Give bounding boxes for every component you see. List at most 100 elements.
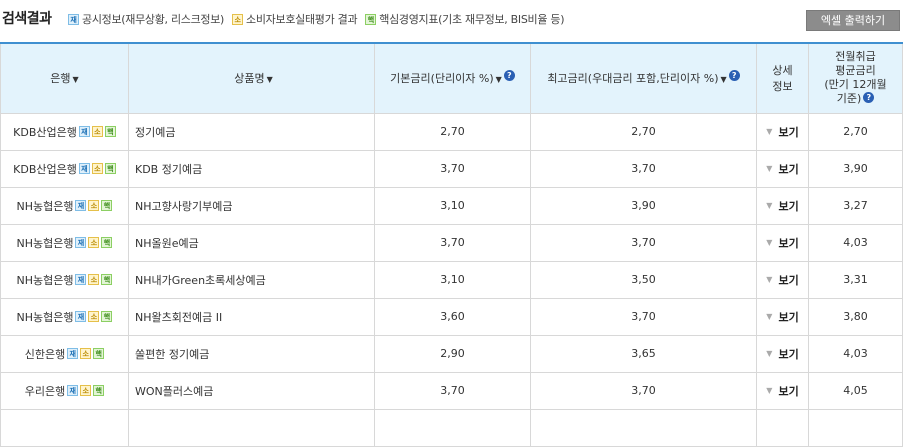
avg-rate: 4,05 (808, 371, 903, 410)
detail-toggle-button[interactable]: ▼ 보기 (766, 272, 798, 288)
product-name[interactable]: NH고향사랑기부예금 (128, 186, 375, 225)
product-name[interactable]: NH내가Green초록세상예금 (128, 260, 375, 299)
legend-item-core: 핵 핵심경영지표(기초 재무정보, BIS비율 등) (365, 11, 565, 27)
detail-cell: ▼ 보기 (756, 223, 809, 262)
bank-name[interactable]: 우리은행 (25, 385, 65, 398)
results-table-body: KDB산업은행 재 소 핵 정기예금 2,70 2,70 ▼ 보기 2,70 KDB산업… (0, 112, 903, 447)
excel-export-button[interactable]: 엑셀 출력하기 (806, 10, 900, 31)
bank-cell: 신한은행 재 소 핵 (0, 334, 129, 373)
bank-name[interactable]: NH농협은행 (17, 311, 74, 324)
avg-rate: 3,90 (808, 149, 903, 188)
product-name[interactable]: WON플러스예금 (128, 371, 375, 410)
detail-label: 보기 (778, 236, 799, 250)
disclosure-badge-icon[interactable]: 재 (75, 274, 87, 285)
detail-cell: ▼ 보기 (756, 334, 809, 373)
avg-rate: 4,03 (808, 223, 903, 262)
max-rate: 3,70 (530, 297, 757, 336)
product-name[interactable]: NH올원e예금 (128, 223, 375, 262)
consumer-badge-icon[interactable]: 소 (91, 126, 103, 137)
core-badge-icon[interactable]: 핵 (93, 385, 105, 396)
disclosure-badge-icon[interactable]: 재 (75, 200, 87, 211)
product-name[interactable]: 정기예금 (128, 112, 375, 151)
column-header-bank[interactable]: 은행 ▼ (0, 42, 129, 114)
bank-cell: 우리은행 재 소 핵 (0, 371, 129, 410)
avg-rate: 3,31 (808, 260, 903, 299)
disclosure-badge-icon[interactable]: 재 (67, 348, 79, 359)
base-rate: 3,70 (374, 149, 531, 188)
bank-name[interactable]: NH농협은행 (17, 274, 74, 287)
column-header-label: 평균금리 (835, 64, 876, 78)
avg-rate (808, 408, 903, 447)
legend-label: 소비자보호실태평가 결과 (246, 13, 358, 26)
detail-toggle-button[interactable]: ▼ 보기 (766, 309, 798, 325)
consumer-badge-icon[interactable]: 소 (88, 311, 100, 322)
core-badge-icon[interactable]: 핵 (93, 348, 105, 359)
help-icon[interactable]: ? (503, 70, 515, 82)
column-header-base-rate[interactable]: 기본금리(단리이자 %) ▼? (374, 42, 531, 114)
disclosure-badge-icon[interactable]: 재 (78, 126, 90, 137)
legend-label: 핵심경영지표(기초 재무정보, BIS비율 등) (379, 13, 565, 26)
max-rate: 3,90 (530, 186, 757, 225)
detail-cell: ▼ 보기 (756, 186, 809, 225)
max-rate: 3,70 (530, 371, 757, 410)
avg-rate: 2,70 (808, 112, 903, 151)
bank-cell: KDB산업은행 재 소 핵 (0, 112, 129, 151)
column-header-label: 은행 (50, 72, 71, 86)
core-badge-icon[interactable]: 핵 (104, 163, 116, 174)
core-badge-icon[interactable]: 핵 (101, 200, 113, 211)
column-header-product[interactable]: 상품명 ▼ (128, 42, 375, 114)
max-rate: 3,65 (530, 334, 757, 373)
column-header-max-rate[interactable]: 최고금리(우대금리 포함,단리이자 %) ▼? (530, 42, 757, 114)
bank-cell: NH농협은행 재 소 핵 (0, 223, 129, 262)
detail-toggle-button[interactable]: ▼ 보기 (766, 235, 798, 251)
disclosure-badge-icon[interactable]: 재 (78, 163, 90, 174)
bank-name[interactable]: NH농협은행 (17, 200, 74, 213)
bank-name[interactable]: 신한은행 (25, 348, 65, 361)
core-badge-icon[interactable]: 핵 (104, 126, 116, 137)
detail-toggle-button[interactable]: ▼ 보기 (766, 161, 798, 177)
base-rate: 3,60 (374, 297, 531, 336)
consumer-badge-icon[interactable]: 소 (88, 200, 100, 211)
detail-toggle-button[interactable]: ▼ 보기 (766, 383, 798, 399)
consumer-badge-icon[interactable]: 소 (80, 385, 92, 396)
triangle-down-icon: ▼ (766, 201, 773, 210)
max-rate (530, 408, 757, 447)
help-icon[interactable]: ? (863, 92, 875, 104)
detail-toggle-button[interactable]: ▼ 보기 (766, 124, 798, 140)
product-name[interactable] (128, 408, 375, 447)
column-header-label: 상품명 (234, 72, 265, 86)
core-badge-icon: 핵 (365, 13, 377, 25)
detail-label: 보기 (778, 125, 799, 139)
core-badge-icon[interactable]: 핵 (101, 311, 113, 322)
bank-name[interactable]: NH농협은행 (17, 237, 74, 250)
product-name[interactable]: 쏠편한 정기예금 (128, 334, 375, 373)
triangle-down-icon: ▼ (766, 127, 773, 136)
triangle-down-icon: ▼ (766, 312, 773, 321)
core-badge-icon[interactable]: 핵 (101, 237, 113, 248)
table-row: NH농협은행 재 소 핵 NH왈츠회전예금 II 3,60 3,70 ▼ 보기 3,80 (0, 297, 903, 336)
bank-cell: NH농협은행 재 소 핵 (0, 186, 129, 225)
consumer-badge-icon[interactable]: 소 (80, 348, 92, 359)
bank-cell: NH농협은행 재 소 핵 (0, 260, 129, 299)
bank-name[interactable]: KDB산업은행 (13, 126, 77, 139)
bank-name[interactable]: KDB산업은행 (13, 163, 77, 176)
results-header: 검색결과 재 공시정보(재무상황, 리스크정보) 소 소비자보호실태평가 결과 … (0, 0, 904, 40)
product-name[interactable]: KDB 정기예금 (128, 149, 375, 188)
consumer-badge-icon[interactable]: 소 (91, 163, 103, 174)
help-icon[interactable]: ? (728, 70, 740, 82)
disclosure-badge-icon[interactable]: 재 (75, 311, 87, 322)
table-row: 신한은행 재 소 핵 쏠편한 정기예금 2,90 3,65 ▼ 보기 4,03 (0, 334, 903, 373)
detail-cell: ▼ 보기 (756, 297, 809, 336)
bank-cell: KDB산업은행 재 소 핵 (0, 149, 129, 188)
consumer-badge-icon[interactable]: 소 (88, 274, 100, 285)
avg-rate: 3,80 (808, 297, 903, 336)
column-header-label: 정보 (772, 80, 793, 94)
disclosure-badge-icon[interactable]: 재 (75, 237, 87, 248)
detail-toggle-button[interactable]: ▼ 보기 (766, 346, 798, 362)
core-badge-icon[interactable]: 핵 (101, 274, 113, 285)
consumer-badge-icon[interactable]: 소 (88, 237, 100, 248)
detail-toggle-button[interactable]: ▼ 보기 (766, 198, 798, 214)
product-name[interactable]: NH왈츠회전예금 II (128, 297, 375, 336)
sort-down-icon: ▼ (720, 75, 727, 85)
disclosure-badge-icon[interactable]: 재 (67, 385, 79, 396)
